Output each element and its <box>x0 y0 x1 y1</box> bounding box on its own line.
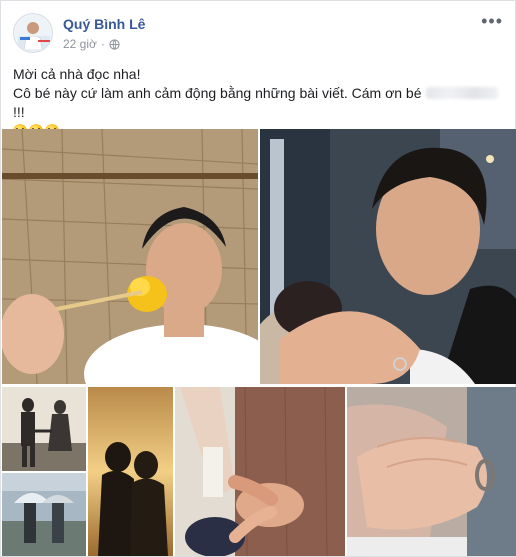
photo-couple-umbrella[interactable] <box>2 473 86 556</box>
post-text-line2-start: Cô bé này cứ làm anh cảm động bằng những… <box>13 85 422 101</box>
photo-couple-sunset[interactable] <box>2 387 86 471</box>
post-meta: 22 giờ · <box>63 37 120 51</box>
photo-couple-kiss[interactable] <box>88 387 173 556</box>
author-name[interactable]: Quý Bình Lê <box>63 16 145 32</box>
post-text-line1: Mời cả nhà đọc nha! <box>13 66 141 82</box>
post-timestamp[interactable]: 22 giờ <box>63 37 97 51</box>
post-text-line2: Cô bé này cứ làm anh cảm động bằng những… <box>13 84 507 122</box>
meta-separator: · <box>100 37 105 51</box>
globe-icon[interactable] <box>109 38 120 50</box>
blurred-name <box>426 87 499 99</box>
photo-holding-hands[interactable] <box>175 387 345 556</box>
more-options-icon[interactable]: ••• <box>481 12 503 30</box>
author-avatar[interactable] <box>13 13 53 53</box>
photo-hug-selfie[interactable] <box>260 129 516 384</box>
photo-flower-selfie[interactable] <box>2 129 258 384</box>
photo-hand-ring[interactable] <box>347 387 516 556</box>
feed-post: Quý Bình Lê 22 giờ · ••• Mời cả nhà đọc … <box>0 0 516 557</box>
post-text-line2-end: !!! <box>13 104 25 120</box>
